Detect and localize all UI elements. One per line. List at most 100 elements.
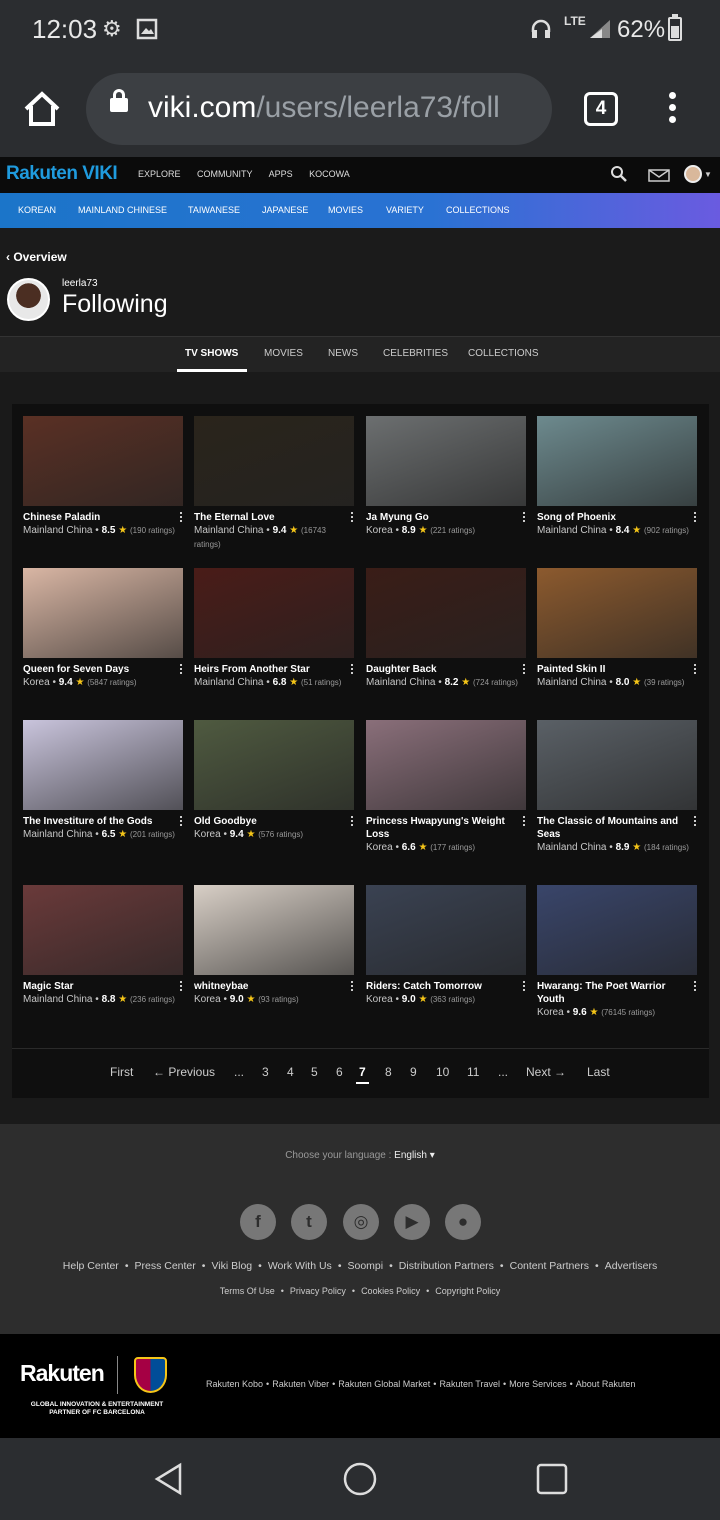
show-title[interactable]: whitneybae xyxy=(194,980,354,993)
footer-link[interactable]: Content Partners xyxy=(510,1260,589,1272)
more-options-icon[interactable] xyxy=(350,664,354,676)
category-taiwanese[interactable]: TAIWANESE xyxy=(188,205,240,215)
back-icon[interactable] xyxy=(152,1462,186,1496)
browser-menu-icon[interactable] xyxy=(660,92,684,128)
show-title[interactable]: Old Goodbye xyxy=(194,815,354,828)
tab-switcher-button[interactable]: 4 xyxy=(584,92,618,126)
footer-link[interactable]: Press Center xyxy=(135,1260,196,1272)
more-options-icon[interactable] xyxy=(693,664,697,676)
rakuten-link[interactable]: About Rakuten xyxy=(576,1379,636,1389)
show-card[interactable]: Magic Star Mainland China • 8.8 ★ (236 ra… xyxy=(23,885,183,1007)
page-4[interactable]: 4 xyxy=(287,1065,294,1079)
footer-link[interactable]: Help Center xyxy=(63,1260,119,1272)
show-card[interactable]: The Eternal Love Mainland China • 9.4 ★ (… xyxy=(194,416,354,552)
footer-link[interactable]: Distribution Partners xyxy=(399,1260,494,1272)
home-nav-icon[interactable] xyxy=(342,1461,378,1497)
show-thumbnail[interactable] xyxy=(366,568,526,658)
show-card[interactable]: Daughter Back Mainland China • 8.2 ★ (724… xyxy=(366,568,526,690)
rakuten-link[interactable]: More Services xyxy=(509,1379,567,1389)
legal-link[interactable]: Cookies Policy xyxy=(361,1286,420,1296)
show-title[interactable]: The Eternal Love xyxy=(194,511,354,524)
page-8[interactable]: 8 xyxy=(385,1065,392,1079)
show-thumbnail[interactable] xyxy=(366,416,526,506)
rakuten-link[interactable]: Rakuten Travel xyxy=(439,1379,500,1389)
more-options-icon[interactable] xyxy=(179,512,183,524)
page-6[interactable]: 6 xyxy=(336,1065,343,1079)
show-title[interactable]: Chinese Paladin xyxy=(23,511,183,524)
show-card[interactable]: Song of Phoenix Mainland China • 8.4 ★ (9… xyxy=(537,416,697,538)
tab-tv-shows[interactable]: TV SHOWS xyxy=(185,348,238,359)
show-card[interactable]: Riders: Catch Tomorrow Korea • 9.0 ★ (363… xyxy=(366,885,526,1007)
more-options-icon[interactable] xyxy=(693,981,697,993)
chat-icon[interactable]: ● xyxy=(445,1204,481,1240)
show-card[interactable]: Heirs From Another Star Mainland China • … xyxy=(194,568,354,690)
page-next[interactable]: Next → xyxy=(526,1065,566,1079)
page-7-current[interactable]: 7 xyxy=(356,1065,369,1084)
tab-movies[interactable]: MOVIES xyxy=(264,348,303,359)
nav-community[interactable]: COMMUNITY xyxy=(197,169,253,179)
show-title[interactable]: Song of Phoenix xyxy=(537,511,697,524)
category-movies[interactable]: MOVIES xyxy=(328,205,363,215)
show-title[interactable]: Queen for Seven Days xyxy=(23,663,183,676)
footer-link[interactable]: Work With Us xyxy=(268,1260,332,1272)
viki-logo[interactable]: Rakuten VIKI xyxy=(6,163,118,185)
rakuten-link[interactable]: Rakuten Global Market xyxy=(338,1379,430,1389)
show-card[interactable]: The Classic of Mountains and Seas Mainlan… xyxy=(537,720,697,855)
chevron-down-icon[interactable]: ▼ xyxy=(704,170,712,179)
show-thumbnail[interactable] xyxy=(194,720,354,810)
show-thumbnail[interactable] xyxy=(537,568,697,658)
rakuten-logo[interactable]: Rakuten xyxy=(20,1360,105,1387)
show-thumbnail[interactable] xyxy=(366,720,526,810)
show-thumbnail[interactable] xyxy=(366,885,526,975)
more-options-icon[interactable] xyxy=(522,981,526,993)
show-thumbnail[interactable] xyxy=(194,568,354,658)
show-card[interactable]: Old Goodbye Korea • 9.4 ★ (576 ratings) xyxy=(194,720,354,842)
show-card[interactable]: Painted Skin II Mainland China • 8.0 ★ (3… xyxy=(537,568,697,690)
show-title[interactable]: Hwarang: The Poet Warrior Youth xyxy=(537,980,697,1006)
address-bar[interactable]: viki.com/users/leerla73/foll xyxy=(86,73,552,145)
page-last[interactable]: Last xyxy=(587,1065,610,1079)
more-options-icon[interactable] xyxy=(693,512,697,524)
page-5[interactable]: 5 xyxy=(311,1065,318,1079)
show-title[interactable]: The Investiture of the Gods xyxy=(23,815,183,828)
more-options-icon[interactable] xyxy=(350,816,354,828)
overview-back-link[interactable]: ‹ Overview xyxy=(6,250,67,264)
show-title[interactable]: Magic Star xyxy=(23,980,183,993)
show-thumbnail[interactable] xyxy=(537,416,697,506)
show-title[interactable]: The Classic of Mountains and Seas xyxy=(537,815,697,841)
page-previous[interactable]: ← Previous xyxy=(153,1065,215,1079)
show-card[interactable]: whitneybae Korea • 9.0 ★ (93 ratings) xyxy=(194,885,354,1007)
nav-kocowa[interactable]: KOCOWA xyxy=(309,169,350,179)
show-thumbnail[interactable] xyxy=(23,720,183,810)
page-3[interactable]: 3 xyxy=(262,1065,269,1079)
show-title[interactable]: Painted Skin II xyxy=(537,663,697,676)
show-thumbnail[interactable] xyxy=(23,416,183,506)
category-variety[interactable]: VARIETY xyxy=(386,205,424,215)
footer-link[interactable]: Advertisers xyxy=(605,1260,658,1272)
footer-link[interactable]: Viki Blog xyxy=(211,1260,252,1272)
twitter-icon[interactable]: t xyxy=(291,1204,327,1240)
more-options-icon[interactable] xyxy=(179,981,183,993)
nav-explore[interactable]: EXPLORE xyxy=(138,169,181,179)
show-thumbnail[interactable] xyxy=(537,885,697,975)
youtube-icon[interactable]: ▶ xyxy=(394,1204,430,1240)
page-9[interactable]: 9 xyxy=(410,1065,417,1079)
rakuten-link[interactable]: Rakuten Viber xyxy=(272,1379,329,1389)
show-card[interactable]: Queen for Seven Days Korea • 9.4 ★ (5847 … xyxy=(23,568,183,690)
show-card[interactable]: The Investiture of the Gods Mainland Chin… xyxy=(23,720,183,842)
language-selector[interactable]: Choose your language : English ▾ xyxy=(0,1150,720,1161)
page-11[interactable]: 11 xyxy=(467,1065,479,1079)
show-title[interactable]: Daughter Back xyxy=(366,663,526,676)
nav-apps[interactable]: APPS xyxy=(269,169,293,179)
tab-collections[interactable]: COLLECTIONS xyxy=(468,348,539,359)
user-avatar[interactable] xyxy=(684,165,702,183)
show-title[interactable]: Riders: Catch Tomorrow xyxy=(366,980,526,993)
show-thumbnail[interactable] xyxy=(194,416,354,506)
facebook-icon[interactable]: f xyxy=(240,1204,276,1240)
page-first[interactable]: First xyxy=(110,1065,133,1079)
search-icon[interactable] xyxy=(610,165,628,183)
legal-link[interactable]: Copyright Policy xyxy=(435,1286,500,1296)
category-mainland-chinese[interactable]: MAINLAND CHINESE xyxy=(78,205,167,215)
show-title[interactable]: Heirs From Another Star xyxy=(194,663,354,676)
show-title[interactable]: Princess Hwapyung's Weight Loss xyxy=(366,815,526,841)
